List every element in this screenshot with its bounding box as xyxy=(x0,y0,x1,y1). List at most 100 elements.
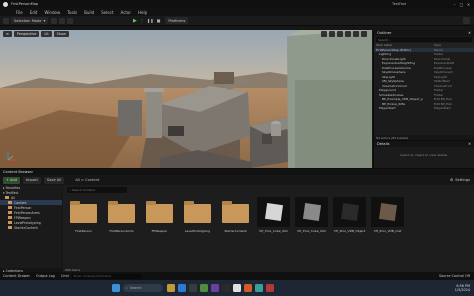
add-button[interactable]: + Add xyxy=(3,176,20,184)
translate-icon[interactable] xyxy=(321,31,327,37)
menu-bar: File Edit Window Tools Build Select Acto… xyxy=(0,8,474,16)
save-all-button[interactable]: Save All xyxy=(43,176,65,184)
lit-label: Lit xyxy=(44,32,49,36)
scale-icon[interactable] xyxy=(337,31,343,37)
import-button[interactable]: Import xyxy=(22,176,41,184)
project-root-label: TestFast xyxy=(5,190,19,195)
stop-icon[interactable]: ■ xyxy=(157,18,161,23)
folder-tile[interactable]: FirstPersonArms xyxy=(105,197,138,239)
tile-label: LevelPrototyping xyxy=(184,229,211,233)
console-placeholder: Enter Console Command xyxy=(73,274,111,278)
folder-tree-label: FirstPersonArms xyxy=(14,210,40,215)
steam-icon[interactable] xyxy=(222,284,230,292)
app3-icon[interactable] xyxy=(255,284,263,292)
tile-label: FirstPerson xyxy=(75,229,92,233)
level-viewport[interactable]: ≡ Perspective Lit Show xyxy=(0,30,372,168)
cb-settings-button[interactable]: ⚙ Settings xyxy=(450,178,470,182)
play-icon[interactable]: ▶ xyxy=(133,18,137,24)
camera-speed-icon[interactable] xyxy=(353,31,359,37)
rotate-icon[interactable] xyxy=(329,31,335,37)
platforms-button[interactable]: Platforms xyxy=(165,17,189,24)
col-type[interactable]: Type xyxy=(434,43,441,47)
details-panel: Details ✕ Select an object to view detai… xyxy=(373,140,474,168)
add-actor-icon[interactable] xyxy=(51,17,58,24)
breadcrumb[interactable]: All > Content xyxy=(75,178,99,182)
app4-icon[interactable] xyxy=(266,284,274,292)
viewport-options-button[interactable]: ≡ xyxy=(3,31,12,37)
menu-file[interactable]: File xyxy=(16,10,23,15)
folder-tree-item[interactable]: StarterContent xyxy=(0,225,62,230)
cmd-dropdown[interactable]: Cmd xyxy=(61,274,69,278)
outliner-row-name: PlayerStart xyxy=(379,106,396,111)
folder-tile[interactable]: StarterContent xyxy=(219,197,252,239)
play-options-icon[interactable]: ⋮ xyxy=(140,18,144,23)
asset-tile[interactable]: VH_Prox_VDB_mat xyxy=(371,197,404,239)
folder-tree-label: Content xyxy=(14,200,27,205)
minimize-icon[interactable]: – xyxy=(451,2,458,7)
perspective-button[interactable]: Perspective xyxy=(13,31,40,37)
main-toolbar: Selection Mode ▾ ▶ ⋮ ❚❚ ■ Platforms xyxy=(0,16,474,26)
unreal-taskbar-icon[interactable] xyxy=(233,284,241,292)
lit-button[interactable]: Lit xyxy=(41,31,52,37)
maximize-icon[interactable]: □ xyxy=(458,2,465,7)
outliner-row-type: StaticMesh xyxy=(434,79,451,84)
outliner-row-type: PlayerStart xyxy=(434,106,451,111)
import-label: Import xyxy=(25,178,38,182)
folder-icon xyxy=(222,201,249,223)
outliner-search-row: Search... xyxy=(374,36,474,43)
maximize-viewport-icon[interactable] xyxy=(361,31,367,37)
selection-mode-dropdown[interactable]: Selection Mode ▾ xyxy=(11,17,49,24)
outliner-row-name: BP_Example_VDB_Object_p xyxy=(382,97,423,102)
outliner-search-input[interactable]: Search... xyxy=(376,37,472,42)
outliner-row-type: ExponentialH xyxy=(434,61,454,66)
menu-edit[interactable]: Edit xyxy=(30,10,38,15)
source-control-status[interactable]: Source Control Off xyxy=(439,274,470,278)
content-search-input[interactable]: ⌕ Search Content xyxy=(67,187,127,193)
menu-select[interactable]: Select xyxy=(101,10,113,15)
blueprint-icon[interactable] xyxy=(59,17,66,24)
output-log-button[interactable]: Output Log xyxy=(36,274,55,278)
asset-tile[interactable]: VH_Prox_Cube_002 xyxy=(295,197,328,239)
content-drawer-button[interactable]: Content Drawer xyxy=(3,274,30,278)
store-icon[interactable] xyxy=(189,284,197,292)
app-icon[interactable] xyxy=(211,284,219,292)
menu-help[interactable]: Help xyxy=(138,10,147,15)
clock[interactable]: 6:56 PM 1/5/2024 xyxy=(455,284,470,292)
asset-tile[interactable]: VH_Prox_Cube_001 xyxy=(257,197,290,239)
settings-icon[interactable] xyxy=(463,17,470,24)
file-explorer-icon[interactable] xyxy=(167,284,175,292)
folder-thumbnail xyxy=(181,197,214,227)
search-placeholder: Search... xyxy=(378,37,392,42)
outliner-row-name: SimulatedCubes xyxy=(379,92,404,97)
close-icon[interactable]: ✕ xyxy=(468,142,471,146)
app2-icon[interactable] xyxy=(244,284,252,292)
asset-view: ⌕ Search Content FirstPerson FirstPersonA… xyxy=(63,185,474,273)
menu-tools[interactable]: Tools xyxy=(67,10,77,15)
close-icon[interactable]: ✕ xyxy=(465,2,472,7)
console-input[interactable]: Enter Console Command xyxy=(71,273,142,279)
menu-actor[interactable]: Actor xyxy=(120,10,131,15)
gear-icon: ⚙ xyxy=(450,178,454,182)
folder-tile[interactable]: LevelPrototyping xyxy=(181,197,214,239)
close-icon[interactable]: ✕ xyxy=(468,31,471,35)
cinematics-icon[interactable] xyxy=(67,17,74,24)
project-name: TestFast xyxy=(392,2,407,6)
menu-build[interactable]: Build xyxy=(84,10,94,15)
save-icon[interactable] xyxy=(3,17,9,24)
asset-thumbnail xyxy=(257,197,290,227)
pause-icon[interactable]: ❚❚ xyxy=(147,18,154,23)
col-item-label[interactable]: Item Label xyxy=(376,43,434,47)
edge-icon[interactable] xyxy=(178,284,186,292)
asset-tile[interactable]: VH_Prox_VDB_Object xyxy=(333,197,366,239)
chrome-icon[interactable] xyxy=(200,284,208,292)
show-button[interactable]: Show xyxy=(53,31,69,37)
folder-tile[interactable]: FirstPerson xyxy=(67,197,100,239)
windows-start-icon[interactable] xyxy=(112,284,120,292)
outliner-row[interactable]: PlayerStart PlayerStart xyxy=(374,106,474,111)
outliner-row-type: Folder xyxy=(434,92,444,97)
taskbar-search[interactable]: ⌕ Search xyxy=(123,284,163,292)
grid-snap-icon[interactable] xyxy=(345,31,351,37)
outliner-row-name: DirectionalLight xyxy=(382,56,406,61)
folder-tile[interactable]: FPWeapon xyxy=(143,197,176,239)
menu-window[interactable]: Window xyxy=(44,10,60,15)
